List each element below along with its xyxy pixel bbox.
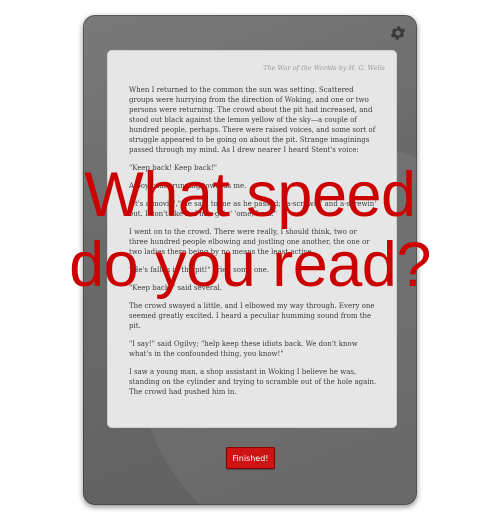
- paragraph: The crowd swayed a little, and I elbowed…: [129, 302, 375, 330]
- paragraph: "I say!" said Ogilvy; "help keep these i…: [129, 340, 358, 358]
- finished-button[interactable]: Finished!: [226, 447, 275, 469]
- headline-line-2: do you read?: [69, 230, 431, 300]
- book-title-header: The War of the Worlds by H. G. Wells: [263, 64, 385, 72]
- speed-question-headline: What speed do you read?: [0, 160, 500, 300]
- paragraph: I saw a young man, a shop assistant in W…: [129, 368, 377, 396]
- paragraph: When I returned to the common the sun wa…: [129, 86, 376, 154]
- gear-icon[interactable]: [389, 24, 407, 42]
- headline-line-1: What speed: [84, 160, 416, 230]
